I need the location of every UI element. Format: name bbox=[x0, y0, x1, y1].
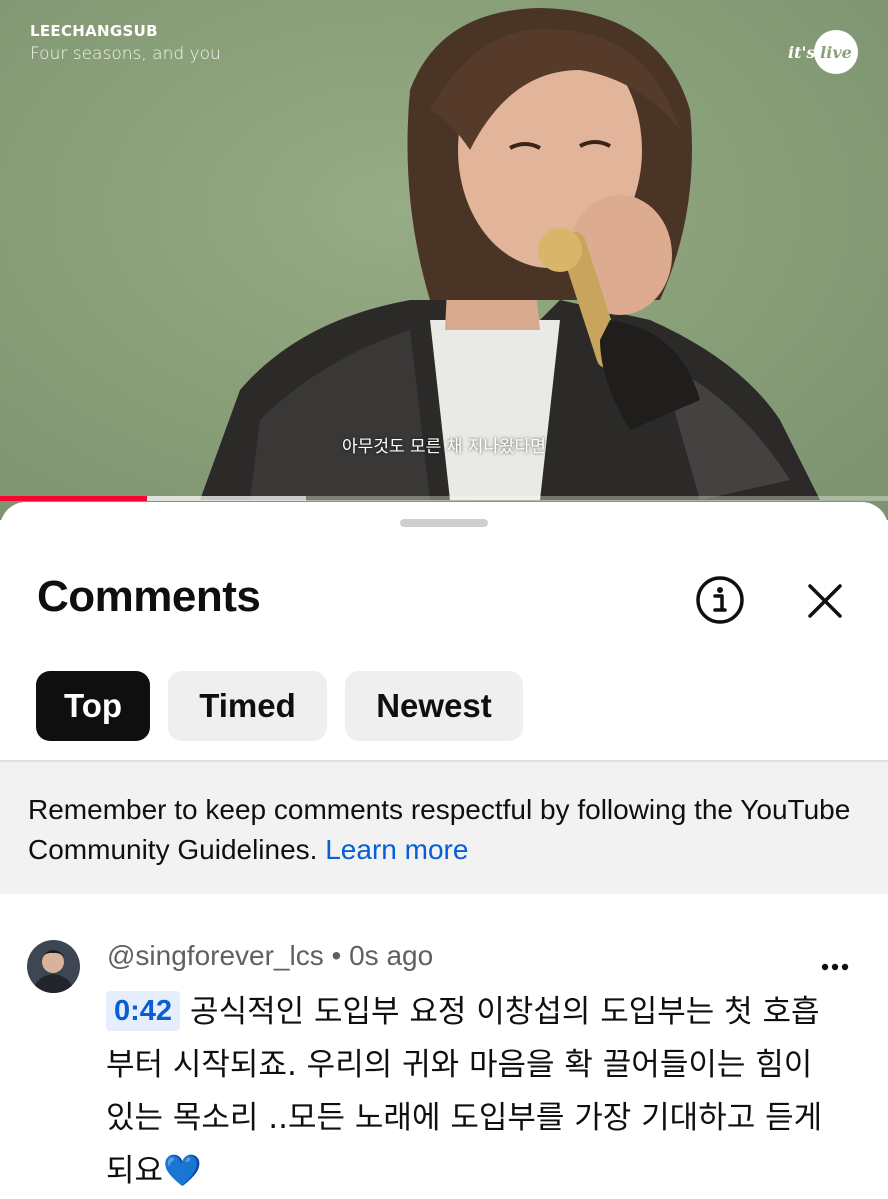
close-icon[interactable] bbox=[800, 576, 850, 626]
comment-text: 0:42 공식적인 도입부 요정 이창섭의 도입부는 첫 호흡부터 시작되죠. 우… bbox=[106, 986, 826, 1198]
blue-heart-emoji: 💙 bbox=[163, 1153, 202, 1189]
video-song-title: Four seasons, and you bbox=[30, 44, 221, 64]
chip-newest[interactable]: Newest bbox=[345, 671, 523, 741]
video-progress-bar[interactable] bbox=[0, 496, 888, 501]
video-channel-title: LEECHANGSUB bbox=[30, 22, 158, 40]
info-icon[interactable] bbox=[694, 574, 746, 626]
progress-played bbox=[0, 496, 147, 501]
learn-more-link[interactable]: Learn more bbox=[325, 834, 468, 865]
meta-separator: • bbox=[331, 940, 342, 971]
svg-text:it's: it's bbox=[788, 43, 815, 62]
comments-sheet: Comments Top Timed Newest Remember to ke… bbox=[0, 502, 888, 1199]
community-guidelines-notice: Remember to keep comments respectful by … bbox=[0, 760, 888, 894]
comments-title: Comments bbox=[37, 572, 261, 621]
comment-time: 0s ago bbox=[349, 940, 434, 971]
comment-message: 공식적인 도입부 요정 이창섭의 도입부는 첫 호흡부터 시작되죠. 우리의 귀… bbox=[106, 994, 823, 1189]
comment-timestamp-link[interactable]: 0:42 bbox=[106, 991, 181, 1031]
chip-timed[interactable]: Timed bbox=[168, 671, 327, 741]
comment-meta: @singforever_lcs • 0s ago bbox=[107, 940, 433, 972]
chip-top[interactable]: Top bbox=[36, 671, 150, 741]
comment-author[interactable]: @singforever_lcs bbox=[107, 940, 324, 971]
sheet-drag-handle[interactable] bbox=[400, 519, 488, 527]
svg-text:live: live bbox=[820, 43, 852, 62]
video-caption: 아무것도 모른 채 지나왔다면 bbox=[342, 437, 546, 457]
video-player[interactable]: LEECHANGSUB Four seasons, and you it's l… bbox=[0, 0, 888, 520]
more-vert-icon[interactable] bbox=[816, 954, 854, 980]
performer-image bbox=[200, 8, 820, 500]
its-live-logo: it's live bbox=[788, 30, 858, 74]
notice-text: Remember to keep comments respectful by … bbox=[28, 790, 868, 870]
avatar[interactable] bbox=[27, 940, 80, 993]
